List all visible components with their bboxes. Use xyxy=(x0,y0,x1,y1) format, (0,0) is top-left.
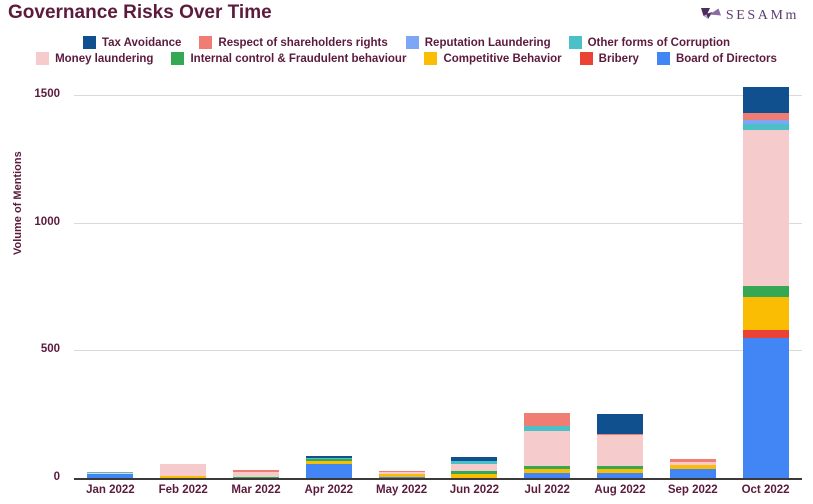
stacked-bar[interactable] xyxy=(596,413,643,478)
legend-swatch-icon xyxy=(82,36,96,49)
legend-swatch-icon xyxy=(656,52,670,65)
legend-row-1: Tax Avoidance Respect of shareholders rig… xyxy=(74,36,739,49)
x-axis-tick-label: Jun 2022 xyxy=(449,484,499,496)
y-axis-label: Volume of Mentions xyxy=(12,151,24,255)
x-axis-tick-label: Sep 2022 xyxy=(667,484,718,496)
bar-slot-apr-2022: Apr 2022 xyxy=(292,95,365,496)
x-axis-tick-label: Jan 2022 xyxy=(86,484,135,496)
bar-segment-competitive-behavior[interactable] xyxy=(160,476,207,478)
bar-segment-tax-avoidance[interactable] xyxy=(742,86,789,114)
bar-slot-feb-2022: Feb 2022 xyxy=(147,95,220,496)
bar-segment-money-laundering[interactable] xyxy=(524,430,571,466)
bar-slot-jan-2022: Jan 2022 xyxy=(74,95,147,496)
bar-segment-board-of-directors[interactable] xyxy=(378,477,425,478)
legend-label: Internal control & Fraudulent behaviour xyxy=(190,52,407,65)
stacked-bar[interactable] xyxy=(305,456,352,478)
page-title: Governance Risks Over Time xyxy=(8,2,272,23)
bar-segment-competitive-behavior[interactable] xyxy=(742,296,789,331)
bar-segment-money-laundering[interactable] xyxy=(742,129,789,286)
legend-swatch-icon xyxy=(171,52,185,65)
bar-segment-competitive-behavior[interactable] xyxy=(451,473,498,478)
x-axis-tick-label: Aug 2022 xyxy=(594,484,646,496)
plot-area: Volume of Mentions 0 500 1000 1500 Jan 2022… xyxy=(12,86,802,496)
legend-item-respect-of-shareholders-rights[interactable]: Respect of shareholders rights xyxy=(199,36,388,49)
legend-item-board-of-directors[interactable]: Board of Directors xyxy=(656,52,777,65)
stacked-bar[interactable] xyxy=(160,464,207,478)
bar-segment-respect-of-shareholders-rights[interactable] xyxy=(524,413,571,426)
stacked-bar[interactable] xyxy=(87,472,134,478)
y-axis-tick-label: 1500 xyxy=(34,88,60,100)
legend-item-reputation-laundering[interactable]: Reputation Laundering xyxy=(405,36,551,49)
legend-item-other-forms-of-corruption[interactable]: Other forms of Corruption xyxy=(568,36,731,49)
legend-label: Board of Directors xyxy=(675,52,777,65)
legend-item-competitive-behavior[interactable]: Competitive Behavior xyxy=(424,52,562,65)
bar-slot-aug-2022: Aug 2022 xyxy=(584,95,657,496)
stacked-bar[interactable] xyxy=(232,469,279,478)
legend-label: Respect of shareholders rights xyxy=(218,36,388,49)
legend-item-money-laundering[interactable]: Money laundering xyxy=(36,52,153,65)
bar-segment-bribery[interactable] xyxy=(742,330,789,338)
legend-item-bribery[interactable]: Bribery xyxy=(579,52,639,65)
logo-wordmark: SESAMm xyxy=(725,8,799,23)
bar-segment-money-laundering[interactable] xyxy=(160,464,207,477)
legend-label: Tax Avoidance xyxy=(101,36,182,49)
x-axis-tick-label: Jul 2022 xyxy=(524,484,570,496)
stacked-bar[interactable] xyxy=(524,413,571,478)
bar-slot-jul-2022: Jul 2022 xyxy=(511,95,584,496)
legend-item-tax-avoidance[interactable]: Tax Avoidance xyxy=(82,36,182,49)
stacked-bar[interactable] xyxy=(669,459,716,478)
legend-label: Reputation Laundering xyxy=(424,36,551,49)
bar-segment-board-of-directors[interactable] xyxy=(524,472,571,478)
chart-legend: Tax Avoidance Respect of shareholders rig… xyxy=(0,36,813,65)
brand-logo: SESAMm xyxy=(700,6,799,26)
legend-swatch-icon xyxy=(568,36,582,49)
legend-label: Competitive Behavior xyxy=(443,52,562,65)
bar-slot-may-2022: May 2022 xyxy=(365,95,438,496)
x-axis-tick-label: Oct 2022 xyxy=(741,484,790,496)
stacked-bar[interactable] xyxy=(451,457,498,478)
bar-segment-money-laundering[interactable] xyxy=(451,463,498,472)
bar-segment-board-of-directors[interactable] xyxy=(596,472,643,478)
bar-segment-board-of-directors[interactable] xyxy=(742,337,789,478)
bar-segment-internal-control-fraudulent-behaviour[interactable] xyxy=(232,476,279,478)
legend-item-internal-control-fraudulent-behaviour[interactable]: Internal control & Fraudulent behaviour xyxy=(171,52,406,65)
bar-segment-tax-avoidance[interactable] xyxy=(596,413,643,434)
x-axis-line xyxy=(74,478,802,480)
legend-row-2: Money laundering Internal control & Fraud… xyxy=(27,52,786,65)
legend-label: Money laundering xyxy=(55,52,154,65)
legend-swatch-icon xyxy=(36,52,50,65)
chart-page: Governance Risks Over Time SESAMm Tax Av… xyxy=(0,0,813,504)
legend-swatch-icon xyxy=(405,36,419,49)
bar-group: Jan 2022 Feb 2022 Mar 2022 Apr 2022 May 2022… xyxy=(74,86,802,496)
legend-swatch-icon xyxy=(199,36,213,49)
x-axis-tick-label: Feb 2022 xyxy=(158,484,208,496)
stacked-bar[interactable] xyxy=(742,86,789,478)
stacked-bar[interactable] xyxy=(378,470,425,478)
y-axis-tick-label: 1000 xyxy=(34,215,60,228)
x-axis-tick-label: Mar 2022 xyxy=(231,484,281,496)
bar-segment-internal-control-fraudulent-behaviour[interactable] xyxy=(742,285,789,297)
legend-label: Bribery xyxy=(598,52,639,65)
y-axis-tick-label: 0 xyxy=(53,471,60,483)
y-axis-tick-label: 500 xyxy=(40,343,60,356)
bar-slot-sep-2022: Sep 2022 xyxy=(656,95,729,496)
bar-segment-board-of-directors[interactable] xyxy=(305,463,352,478)
bar-segment-board-of-directors[interactable] xyxy=(669,468,716,478)
bar-segment-money-laundering[interactable] xyxy=(596,435,643,467)
bar-slot-mar-2022: Mar 2022 xyxy=(220,95,293,496)
bar-slot-jun-2022: Jun 2022 xyxy=(438,95,511,496)
legend-label: Other forms of Corruption xyxy=(587,36,731,49)
x-axis-tick-label: May 2022 xyxy=(376,484,428,496)
legend-swatch-icon xyxy=(424,52,438,65)
sesamm-arrow-logo-icon xyxy=(700,8,721,19)
bar-segment-board-of-directors[interactable] xyxy=(87,474,134,478)
legend-swatch-icon xyxy=(579,52,593,65)
x-axis-tick-label: Apr 2022 xyxy=(304,484,354,496)
bar-slot-oct-2022: Oct 2022 xyxy=(729,86,802,496)
